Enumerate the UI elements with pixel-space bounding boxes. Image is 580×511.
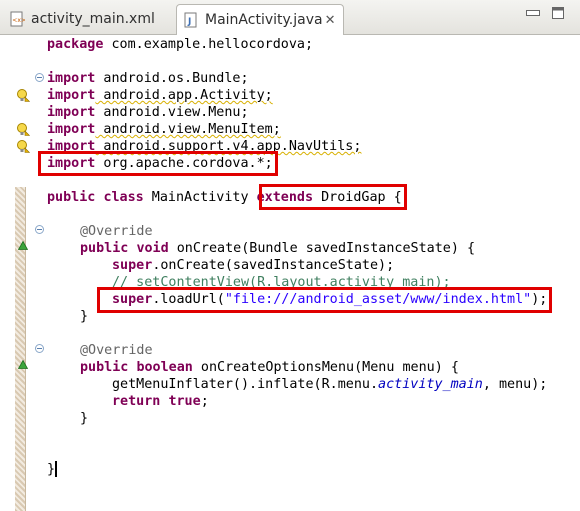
keyword: super [112,292,153,307]
code-text: ; [200,394,209,409]
fold-toggle-icon[interactable] [35,344,44,353]
keyword: import [47,88,96,103]
keyword: import [47,139,96,154]
code-text: DroidGap { [313,190,402,205]
keyword: package [47,37,104,52]
code-text: ); [531,292,548,307]
tab-label: activity_main.xml [31,11,155,27]
code-line-method-oncreateoptionsmenu: public boolean onCreateOptionsMenu(Menu … [80,359,459,376]
text-cursor [55,461,57,477]
code-line-import: import android.support.v4.app.NavUtils; [47,138,361,155]
java-file-icon: J [183,12,199,28]
code-line-import: import android.view.MenuItem; [47,121,281,138]
close-tab-icon[interactable]: ✕ [323,13,338,28]
tab-mainactivity-java[interactable]: J MainActivity.java ✕ [176,4,344,35]
code-editor[interactable]: package com.example.hellocordova; import… [0,35,580,511]
keyword: boolean [136,360,193,375]
code-line-brace: } [47,462,56,477]
keyword: import [47,71,96,86]
warning-lightbulb-icon[interactable] [16,139,30,153]
code-text: MainActivity [143,190,257,205]
svg-text:<x>: <x> [12,17,25,24]
minimize-icon[interactable] [526,10,540,16]
override-triangle-icon[interactable] [18,241,28,250]
code-line-annotation: @Override [80,343,153,358]
code-text-warning: android.support.v4.app.NavUtils; [95,139,362,154]
code-text: getMenuInflater().inflate(R.menu. [112,377,379,392]
code-line-import: import android.os.Bundle; [47,70,249,87]
keyword: public [80,360,129,375]
keyword: public [47,190,96,205]
code-line-super-oncreate: super.onCreate(savedInstanceState); [112,257,394,274]
code-line-comment: // setContentView(R.layout.activity_main… [112,275,451,290]
code-text: .loadUrl( [152,292,225,307]
code-text: onCreate(Bundle savedInstanceState) { [168,241,476,256]
code-line-import: import android.view.Menu; [47,104,249,121]
code-text: android.os.Bundle; [95,71,249,86]
code-text-warning: android.view.MenuItem; [95,122,281,137]
code-line-method-oncreate: public void onCreate(Bundle savedInstanc… [80,240,475,257]
code-line-return: return true; [112,393,209,410]
keyword: true [168,394,201,409]
keyword: extends [256,190,314,205]
code-line-annotation: @Override [80,224,153,239]
fold-toggle-icon[interactable] [35,225,44,234]
warning-lightbulb-icon[interactable] [16,88,30,102]
code-line-brace: } [80,309,89,324]
keyword: void [136,241,169,256]
code-line-inflate: getMenuInflater().inflate(R.menu.activit… [112,376,547,393]
code-line-package: package com.example.hellocordova; [47,36,313,53]
code-line-loadurl: super.loadUrl("file:///android_asset/www… [112,291,547,308]
warning-lightbulb-icon[interactable] [16,122,30,136]
svg-text:J: J [187,17,191,27]
code-line-import: import android.app.Activity; [47,87,273,104]
keyword: return [112,394,161,409]
keyword: public [80,241,129,256]
xml-file-icon: <x> [9,11,25,27]
code-line-brace: } [80,411,89,426]
code-line-class-declaration: public class MainActivity extends DroidG… [47,189,402,206]
keyword: import [47,156,96,171]
code-text: org.apache.cordova.*; [95,156,273,171]
code-text: com.example.hellocordova; [103,37,314,52]
tab-label: MainActivity.java [205,12,323,28]
code-text: .onCreate(savedInstanceState); [152,258,395,273]
keyword: class [103,190,144,205]
code-line-import-cordova: import org.apache.cordova.*; [47,155,273,172]
code-text: onCreateOptionsMenu(Menu menu) { [192,360,459,375]
fold-toggle-icon[interactable] [35,73,44,82]
keyword: super [112,258,153,273]
static-field: activity_main [378,377,483,392]
override-triangle-icon[interactable] [18,360,28,369]
keyword: import [47,122,96,137]
maximize-icon[interactable] [552,7,564,19]
editor-tab-bar: <x> activity_main.xml J MainActivity.jav… [0,0,580,35]
tab-activity-main-xml[interactable]: <x> activity_main.xml [2,4,174,33]
code-text: , menu); [482,377,548,392]
change-marker-strip [15,187,26,511]
string-literal: "file:///android_asset/www/index.html" [224,292,532,307]
keyword: import [47,105,96,120]
code-text: android.view.Menu; [95,105,249,120]
code-text-warning: android.app.Activity; [95,88,273,103]
